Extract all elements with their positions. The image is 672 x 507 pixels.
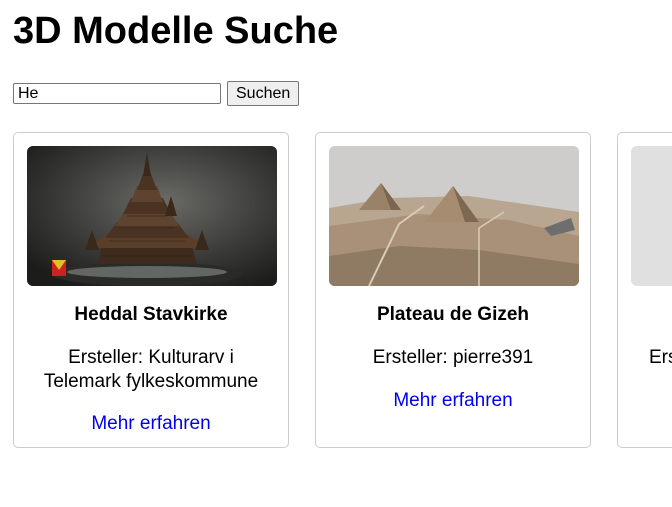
card-title: Plateau de Gizeh <box>376 304 530 325</box>
more-info-link[interactable]: Mehr erfahren <box>14 412 288 436</box>
model-card: Heddal Stavkirke Ersteller: Kulturarv i … <box>13 132 289 448</box>
card-creator: Ers <box>649 347 672 368</box>
page-title: 3D Modelle Suche <box>13 10 339 52</box>
search-input[interactable] <box>13 83 221 104</box>
stave-church-svg <box>27 146 277 286</box>
page: 3D Modelle Suche Suchen <box>0 0 672 507</box>
stave-church-image[interactable] <box>27 146 277 286</box>
pyramids-image[interactable] <box>329 146 579 286</box>
model-card: Ers <box>617 132 672 448</box>
model-card: Plateau de Gizeh Ersteller: pierre391 Me… <box>315 132 591 448</box>
search-button[interactable]: Suchen <box>227 81 300 106</box>
placeholder-image[interactable] <box>631 146 672 286</box>
card-title: Heddal Stavkirke <box>74 304 228 325</box>
card-creator: Ersteller: Kulturarv i Telemark fylkesko… <box>43 347 259 392</box>
pyramids-svg <box>329 146 579 286</box>
search-bar: Suchen <box>13 81 300 106</box>
more-info-link[interactable]: Mehr erfahren <box>316 389 590 413</box>
card-creator: Ersteller: pierre391 <box>372 347 534 368</box>
